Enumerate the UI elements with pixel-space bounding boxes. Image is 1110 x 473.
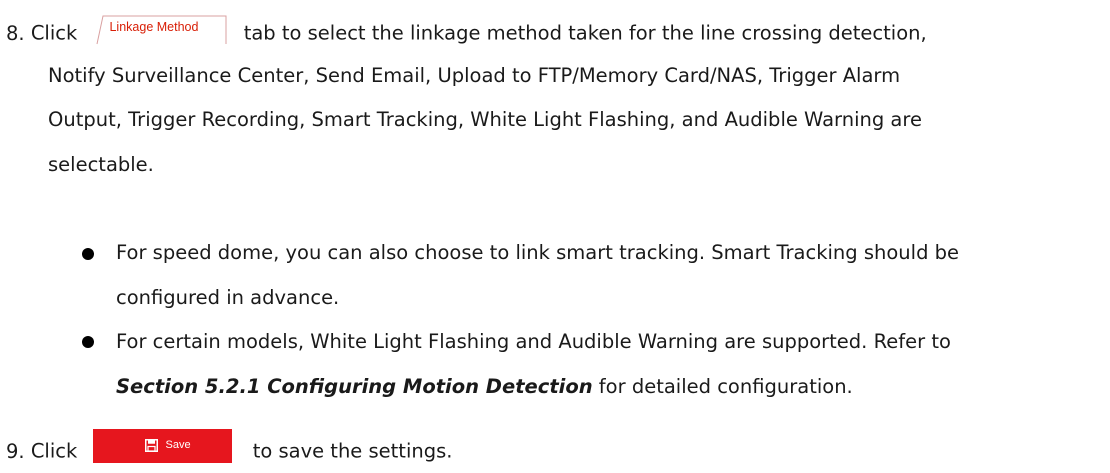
floppy-disk-icon bbox=[145, 439, 159, 452]
linkage-method-tab[interactable]: Linkage Method bbox=[91, 15, 227, 45]
linkage-method-tab-label: Linkage Method bbox=[109, 20, 199, 34]
save-button[interactable]: Save bbox=[93, 429, 233, 463]
bullet-1-line-2: configured in advance. bbox=[116, 286, 340, 309]
step-9-click-text: Click bbox=[30, 439, 78, 463]
step-8-line-3: Output, Trigger Recording, Smart Trackin… bbox=[48, 108, 922, 131]
step-8-click-text: Click bbox=[30, 21, 78, 45]
bullet-2-line-2-rest: for detailed configuration. bbox=[592, 375, 853, 398]
step-9-rest: to save the settings. bbox=[252, 439, 453, 463]
document-page: 8. Click Linkage Method tab to select th… bbox=[0, 0, 1110, 473]
step-9-number: 9. bbox=[6, 439, 25, 463]
bullet-2-line-2: Section 5.2.1 Configuring Motion Detecti… bbox=[116, 375, 853, 399]
step-8-number: 8. bbox=[6, 21, 25, 45]
bullet-1-line-1: For speed dome, you can also choose to l… bbox=[116, 241, 960, 264]
bullet-dot bbox=[82, 248, 94, 260]
save-button-label: Save bbox=[165, 439, 191, 451]
bullet-dot bbox=[82, 336, 94, 348]
step-8-line-2: Notify Surveillance Center, Send Email, … bbox=[48, 64, 901, 87]
section-reference: Section 5.2.1 Configuring Motion Detecti… bbox=[116, 375, 593, 398]
step-8-line-1: 8. Click Linkage Method tab to select th… bbox=[6, 15, 927, 49]
step-8-line-1-rest: tab to select the linkage method taken f… bbox=[243, 21, 927, 45]
step-9-line: 9. Click Save to save the settings. bbox=[6, 429, 453, 469]
step-8-line-4: selectable. bbox=[48, 153, 154, 176]
bullet-2-line-1: For certain models, White Light Flashing… bbox=[116, 330, 951, 353]
